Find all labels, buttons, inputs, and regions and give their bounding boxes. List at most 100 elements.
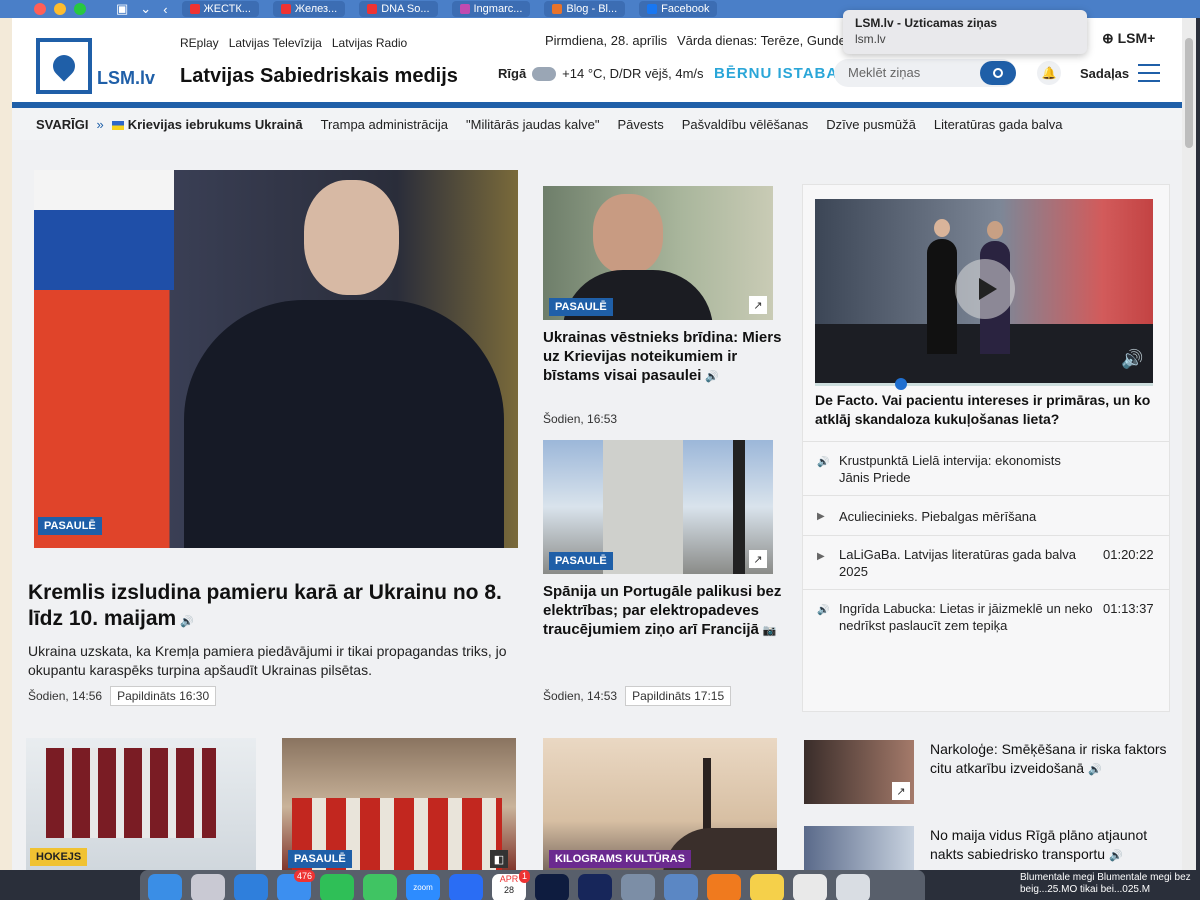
hockey-image[interactable]: HOKEJS [26,738,256,870]
link-replay[interactable]: REplay [180,36,219,50]
bernu-istaba-logo[interactable]: BĒRNU ISTABA [714,65,838,82]
browser-tab[interactable]: Желез... [272,1,346,17]
flag-white-stripe [34,170,174,210]
building [603,440,683,574]
list-item[interactable]: ▶ LaLiGaBa. Latvijas literatūras gada ba… [803,535,1169,589]
zoom-icon[interactable]: zoom [406,874,440,900]
launchpad-icon[interactable] [191,874,225,900]
sidebar-icon[interactable]: ▣ [116,1,128,17]
browser-tab[interactable]: Blog - Bl... [544,1,626,17]
story2-headline[interactable]: Ukrainas vēstnieks brīdina: Miers uz Kri… [543,328,783,387]
category-tag[interactable]: PASAULĒ [38,517,102,535]
calendar-icon[interactable]: APR 28 1 [492,870,530,900]
video-player[interactable]: 🔊 [815,199,1153,383]
mail-icon[interactable]: 476 [277,870,315,900]
browser-tab[interactable]: DNA So... [359,1,438,17]
story3-image[interactable]: PASAULĒ ↗ [543,440,773,574]
search-button[interactable] [980,61,1016,85]
browser-tab[interactable]: Ingmarc... [451,1,531,17]
nav-item-trump[interactable]: Trampa administrācija [321,117,448,132]
main-story-lead: Ukraina uzskata, ka Kremļa pamiera piedā… [28,643,507,678]
play-circle-icon: ▶ [817,511,825,522]
nav-item-midlife[interactable]: Dzīve pusmūžā [826,117,916,132]
category-tag[interactable]: PASAULĒ [549,552,613,570]
main-story-headline[interactable]: Kremlis izsludina pamieru karā ar Ukrain… [28,580,518,635]
preview-icon[interactable] [664,874,698,900]
story2-image[interactable]: PASAULĒ ↗ [543,186,773,320]
notifications-bell-icon[interactable]: 🔔 [1037,61,1061,85]
nav-item-ukraine[interactable]: Krievijas iebrukums Ukrainā [111,117,303,132]
external-link-icon: ↗ [749,550,767,568]
zoom-window-button[interactable] [74,3,86,15]
top-links: REplay Latvijas Televīzija Latvijas Radi… [180,36,407,50]
minimize-window-button[interactable] [54,3,66,15]
page-scrollbar[interactable] [1182,18,1196,870]
volume-icon[interactable]: 🔊 [1121,349,1143,370]
nav-item-elections[interactable]: Pašvaldību vēlēšanas [682,117,808,132]
safari-icon[interactable] [234,874,268,900]
hamburger-menu-icon[interactable] [1138,64,1160,82]
gallery-icon: ◧ [490,850,508,868]
list-item[interactable]: 🔊 Krustpunktā Lielā intervija: ekonomist… [803,441,1169,495]
category-tag[interactable]: PASAULĒ [288,850,352,868]
category-tag[interactable]: HOKEJS [30,848,88,866]
background-window [0,18,12,870]
close-window-button[interactable] [34,3,46,15]
list-item[interactable]: 🔊 Ingrīda Labucka: Lietas ir jāizmeklē u… [803,589,1169,643]
name-days: Vārda dienas: Terēze, Gunde [677,33,846,48]
category-tag[interactable]: PASAULĒ [549,298,613,316]
messages-icon[interactable] [363,874,397,900]
browser-tab[interactable]: ЖЕСТК... [181,1,259,17]
scrollbar-thumb[interactable] [1185,38,1193,148]
audio-icon: 🔊 [1088,764,1102,776]
blog-icon [552,4,563,14]
main-content: PASAULĒ Kremlis izsludina pamieru karā a… [12,140,1182,870]
sections-label[interactable]: Sadaļas [1080,66,1129,81]
tram-image[interactable] [804,826,914,870]
photos-icon[interactable] [750,874,784,900]
link-ltv[interactable]: Latvijas Televīzija [229,36,322,50]
lsm-plus-link[interactable]: ⊕ LSM+ [1102,30,1155,47]
smoking-image[interactable]: ↗ [804,740,914,804]
lsm-logo[interactable] [36,38,92,94]
culture-image[interactable]: KILOGRAMS KULTŪRAS [543,738,777,870]
video-progress-bar[interactable] [815,378,1153,390]
tab-overview-icon[interactable]: ⌄ [140,1,151,17]
rain-cloud-icon [532,66,557,81]
photoshop-icon[interactable] [535,874,569,900]
traffic-light [733,440,745,574]
video-title[interactable]: De Facto. Vai pacientu intereses ir prim… [815,391,1160,429]
quicktime-icon[interactable] [621,874,655,900]
window-controls [34,3,86,15]
cardinals-image[interactable]: PASAULĒ ◧ [282,738,516,870]
facetime-icon[interactable] [320,874,354,900]
side-story-headline[interactable]: Narkoloģe: Smēķēšana ir riska faktors ci… [930,740,1170,780]
category-tag[interactable]: KILOGRAMS KULTŪRAS [549,850,691,868]
notes-icon[interactable] [793,874,827,900]
nav-item-literature[interactable]: Literatūras gada balva [934,117,1063,132]
nav-item-pope[interactable]: Pāvests [618,117,664,132]
nav-item-military[interactable]: "Militārās jaudas kalve" [466,117,600,132]
trash-icon[interactable] [836,874,870,900]
side-story-headline[interactable]: No maija vidus Rīgā plāno atjaunot nakts… [930,826,1170,866]
vlc-icon[interactable] [707,874,741,900]
location-pin-icon [48,50,80,82]
messenger-icon[interactable] [449,874,483,900]
main-story-image[interactable]: PASAULĒ [34,170,518,548]
external-link-icon: ↗ [892,782,910,800]
link-radio[interactable]: Latvijas Radio [332,36,407,50]
search-icon [993,68,1003,78]
updated-badge: Papildināts 16:30 [110,686,217,706]
audio-icon: 🔊 [817,457,830,468]
story3-headline[interactable]: Spānija un Portugāle palikusi bez elektr… [543,582,783,641]
important-label: SVARĪGI [36,116,89,132]
logo-text[interactable]: LSM.lv [97,68,155,89]
youtube-icon [280,4,291,14]
finder-icon[interactable] [148,874,182,900]
back-icon[interactable]: ‹ [163,2,167,17]
list-item[interactable]: ▶ Aculiecinieks. Piebalgas mērīšana [803,495,1169,535]
progress-handle[interactable] [895,378,907,390]
browser-tab[interactable]: Facebook [639,1,718,17]
play-button[interactable] [955,259,1015,319]
lightroom-icon[interactable] [578,874,612,900]
